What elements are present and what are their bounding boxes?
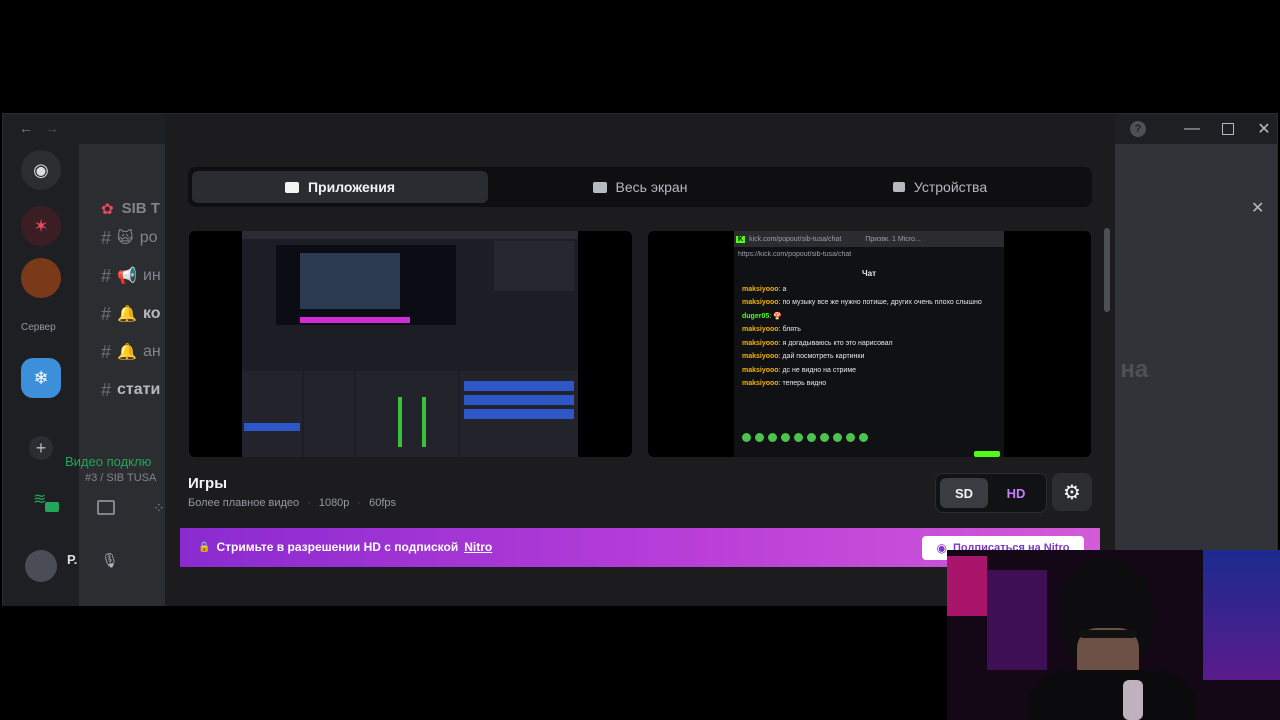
hd-button[interactable]: HD [992,478,1040,508]
close-window-icon[interactable]: ✕ [1247,114,1280,144]
browser-title-bar: K kick.com/popout/sib-tusa/chat Призвк. … [734,231,1004,247]
emote-icon [859,433,868,442]
emote-icon [833,433,842,442]
voice-channel[interactable]: #3 / SIB TUSA [85,472,156,484]
glasses-icon [1079,630,1137,638]
neon-light-right [1203,550,1280,680]
voice-status[interactable]: Видео подклю [65,454,151,469]
server-icon-1[interactable]: ✶ [21,206,61,246]
sd-button[interactable]: SD [940,478,988,508]
chat-message: maksiyooo: блять [742,326,801,334]
chat-message: maksiyooo: по музыку все же нужно потише… [742,299,982,307]
chat-message: maksiyooo: a [742,286,787,293]
obs-virtual-cam-button [464,409,574,419]
kick-chat-window: K kick.com/popout/sib-tusa/chat Призвк. … [734,231,1004,457]
username: Р. [67,552,78,567]
server-icon-2[interactable] [21,258,61,298]
detail-resolution: 1080p [318,497,350,509]
source-tabs: Приложения Весь экран Устройства [188,167,1092,207]
obs-meter-2 [422,397,426,447]
obs-magenta-strip [300,317,410,323]
server-badge-icon: ✿ [101,201,114,218]
help-icon[interactable]: ? [1121,114,1155,144]
obs-preview [242,231,578,457]
chat-message: duger05: 🍄 [742,312,782,320]
window-icon [284,181,299,193]
app-thumbnail-kick-chat[interactable]: K kick.com/popout/sib-tusa/chat Призвк. … [648,231,1091,457]
chat-messages: maksiyooo: a maksiyooo: по музыку все же… [742,285,992,393]
tab-entire-screen[interactable]: Весь экран [492,171,788,203]
tab-devices[interactable]: Устройства [792,171,1088,203]
server-icon-snowflake[interactable]: ❄ [21,358,61,398]
maximize-icon[interactable] [1211,114,1245,144]
nitro-icon: ◉ [936,541,947,555]
video-icon[interactable] [45,502,59,512]
server-rail: ◉ ✶ Сервер ❄ + ≋ [3,144,79,606]
nitro-link[interactable]: Nitro [464,540,492,554]
emote-icon [742,433,751,442]
chat-message: maksiyooo: дай посмотреть картинки [742,353,865,361]
microphone-icon[interactable]: 🎙 [101,552,119,569]
rgb-glow [987,570,1047,670]
back-arrow-icon[interactable]: ← [19,120,33,136]
chat-message: maksiyooo: дс не видно на стриме [742,366,857,374]
user-avatar[interactable] [25,550,57,582]
address-bar: https://kick.com/popout/sib-tusa/chat [738,251,852,258]
stream-details: Более плавное видео · 1080p · 60fps [188,497,396,509]
emote-icon [846,433,855,442]
kick-logo-icon: K [736,235,746,243]
obs-scenes-panel [242,371,302,457]
microphone [1123,680,1143,720]
screen-share-icon[interactable] [97,500,115,515]
emote-icon [807,433,816,442]
camera-icon [892,182,905,192]
webcam-overlay [947,550,1280,720]
quality-toggle: SD HD [935,473,1047,513]
separator-dot: · [307,497,311,509]
lock-icon: 🔒 [198,541,211,553]
emote-icon [755,433,764,442]
obs-side-panel [494,241,574,291]
activities-icon[interactable]: ⁘ [153,500,165,517]
tab-applications[interactable]: Приложения [192,171,488,203]
chat-close-icon[interactable]: ✕ [1251,198,1264,218]
scrollbar-thumb[interactable] [1104,228,1110,312]
emote-icon [781,433,790,442]
obs-selected-scene [244,423,300,431]
separator-dot: · [357,497,362,509]
server-name[interactable]: ✿ SIB T [101,200,160,218]
neon-sign [947,556,987,616]
settings-button[interactable]: ⚙ [1052,473,1092,511]
emote-icon [768,433,777,442]
person-body [1027,670,1197,720]
server-folder-label: Сервер [21,322,56,333]
nitro-message: 🔒 Стримьте в разрешении HD с подпиской N… [198,540,493,554]
selected-source-title: Игры [188,475,228,492]
obs-menu-bar [242,231,578,239]
obs-meter-1 [398,397,402,447]
detail-smooth-video: Более плавное видео [188,497,300,509]
gear-icon: ⚙ [1063,481,1081,504]
emote-icon [794,433,803,442]
obs-inner-window [300,253,400,309]
monitor-icon [592,181,607,193]
emote-icon [820,433,829,442]
app-thumbnail-obs[interactable] [189,231,632,457]
minimize-icon[interactable]: — [1175,114,1209,144]
chat-send-button [974,451,1000,457]
chat-message: maksiyooo: теперь видно [742,380,827,388]
emote-row [742,433,902,442]
forward-arrow-icon[interactable]: → [45,120,59,136]
obs-mixer-panel [356,371,458,457]
add-server-icon[interactable]: + [29,436,53,460]
chat-header: Чат [862,269,876,278]
obs-sources-panel [304,371,354,457]
chat-message: maksiyooo: я догадываюсь кто это нарисов… [742,339,893,347]
discord-home-icon[interactable]: ◉ [21,150,61,190]
detail-framerate: 60fps [369,497,397,509]
obs-start-record-button [464,395,574,405]
obs-start-stream-button [464,381,574,391]
